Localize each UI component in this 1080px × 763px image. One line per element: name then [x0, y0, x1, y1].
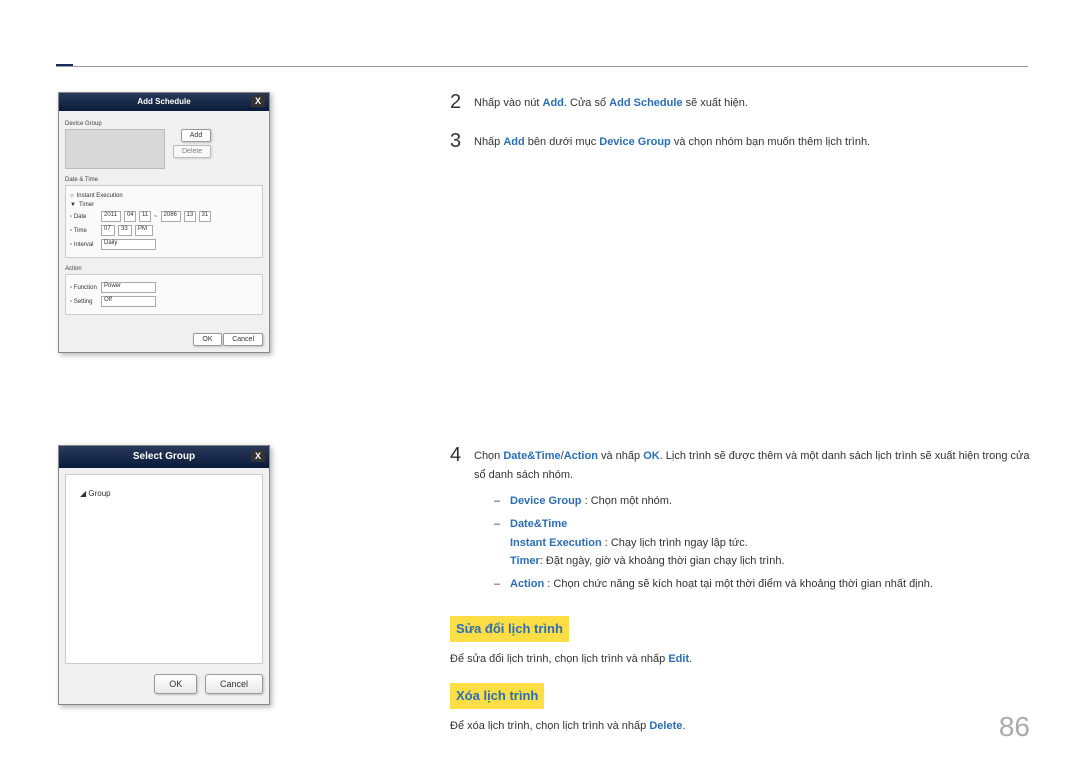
group-item[interactable]: ◢ Group — [74, 483, 254, 504]
function-label: ▫ Function — [70, 285, 98, 291]
section-text: Để xóa lịch trình, chọn lịch trình và nh… — [450, 717, 1030, 736]
step-3: 3 Nhấp Add bên dưới mục Device Group và … — [450, 131, 1030, 152]
sub-item-action: – Action : Chọn chức năng sẽ kích hoạt t… — [494, 575, 1030, 594]
dialog-footer: OK Cancel — [65, 674, 263, 694]
section-edit-schedule: Sửa đổi lịch trình Để sửa đổi lịch trình… — [450, 616, 1030, 669]
time-hour[interactable]: 07 — [101, 225, 115, 236]
dialog-title: Add Schedule — [137, 97, 190, 106]
date-label: ▫ Date — [70, 214, 98, 220]
device-group-box — [65, 129, 165, 169]
dash-icon: – — [494, 575, 510, 594]
section-text: Để sửa đổi lịch trình, chọn lịch trình v… — [450, 650, 1030, 669]
step-2: 2 Nhấp vào nút Add. Cửa sổ Add Schedule … — [450, 92, 1030, 113]
close-icon[interactable]: X — [251, 450, 265, 462]
dialog-body: Device Group Add Delete Date & Time ○Ins… — [59, 111, 269, 352]
screenshot-select-group: Select Group X ◢ Group OK Cancel — [58, 445, 270, 705]
step-text: Chọn Date&Time/Action và nhấp OK. Lịch t… — [474, 445, 1030, 598]
step-text: Nhấp Add bên dưới mục Device Group và ch… — [474, 131, 1030, 152]
dash-icon: – — [494, 515, 510, 534]
section-datetime: Date & Time — [65, 177, 263, 183]
timer-label: Timer — [79, 202, 94, 208]
delete-button[interactable]: Delete — [173, 145, 211, 158]
page-number: 86 — [999, 711, 1030, 743]
step-number: 4 — [450, 445, 474, 465]
timer-expand[interactable]: ▼ — [70, 202, 76, 208]
date-to-year[interactable]: 2086 — [161, 211, 181, 222]
instant-execution-label: Instant Execution — [77, 193, 123, 199]
tree-collapse-icon[interactable]: ◢ — [80, 489, 86, 498]
dash-icon: – — [494, 492, 510, 511]
setting-label: ▫ Setting — [70, 299, 98, 305]
date-range-tilde: ~ — [154, 214, 158, 220]
time-ampm[interactable]: PM — [135, 225, 153, 236]
section-heading: Sửa đổi lịch trình — [450, 616, 569, 642]
date-to-month[interactable]: 13 — [184, 211, 196, 222]
instructions-upper: 2 Nhấp vào nút Add. Cửa sổ Add Schedule … — [450, 92, 1030, 169]
header-rule — [56, 66, 1028, 67]
dialog-body: ◢ Group OK Cancel — [59, 468, 269, 704]
section-action: Action — [65, 266, 263, 272]
cancel-button[interactable]: Cancel — [223, 333, 263, 346]
add-button[interactable]: Add — [181, 129, 211, 142]
time-label: ▫ Time — [70, 228, 98, 234]
dialog-title-bar: Add Schedule X — [59, 93, 269, 111]
ok-button[interactable]: OK — [193, 333, 221, 346]
dialog-footer: OK Cancel — [193, 333, 263, 346]
close-icon[interactable]: X — [251, 95, 265, 107]
step-text: Nhấp vào nút Add. Cửa sổ Add Schedule sẽ… — [474, 92, 1030, 113]
cancel-button[interactable]: Cancel — [205, 674, 263, 694]
section-device-group: Device Group — [65, 121, 263, 127]
group-label: Group — [88, 489, 110, 498]
instructions-lower: 4 Chọn Date&Time/Action và nhấp OK. Lịch… — [450, 445, 1030, 735]
dialog-title: Select Group — [133, 451, 195, 462]
step-number: 3 — [450, 131, 474, 151]
interval-select[interactable]: Daily — [101, 239, 156, 250]
step-4: 4 Chọn Date&Time/Action và nhấp OK. Lịch… — [450, 445, 1030, 598]
screenshot-add-schedule: Add Schedule X Device Group Add Delete D… — [58, 92, 270, 353]
section-heading: Xóa lịch trình — [450, 683, 544, 709]
sub-item-datetime: – Date&Time Instant Execution : Chạy lịc… — [494, 515, 1030, 571]
setting-select[interactable]: Off — [101, 296, 156, 307]
date-to-day[interactable]: 31 — [199, 211, 211, 222]
function-select[interactable]: Power — [101, 282, 156, 293]
time-minute[interactable]: 33 — [118, 225, 132, 236]
date-from-day[interactable]: 11 — [139, 211, 151, 222]
instant-execution-radio[interactable]: ○ — [70, 193, 74, 199]
interval-label: ▫ Interval — [70, 242, 98, 248]
dialog-title-bar: Select Group X — [59, 446, 269, 468]
section-delete-schedule: Xóa lịch trình Để xóa lịch trình, chọn l… — [450, 683, 1030, 736]
date-from-month[interactable]: 04 — [124, 211, 136, 222]
date-from-year[interactable]: 2011 — [101, 211, 121, 222]
sub-item-device-group: – Device Group : Chọn một nhóm. — [494, 492, 1030, 511]
sub-list: – Device Group : Chọn một nhóm. – Date&T… — [474, 492, 1030, 593]
group-tree[interactable]: ◢ Group — [65, 474, 263, 664]
ok-button[interactable]: OK — [154, 674, 197, 694]
step-number: 2 — [450, 92, 474, 112]
